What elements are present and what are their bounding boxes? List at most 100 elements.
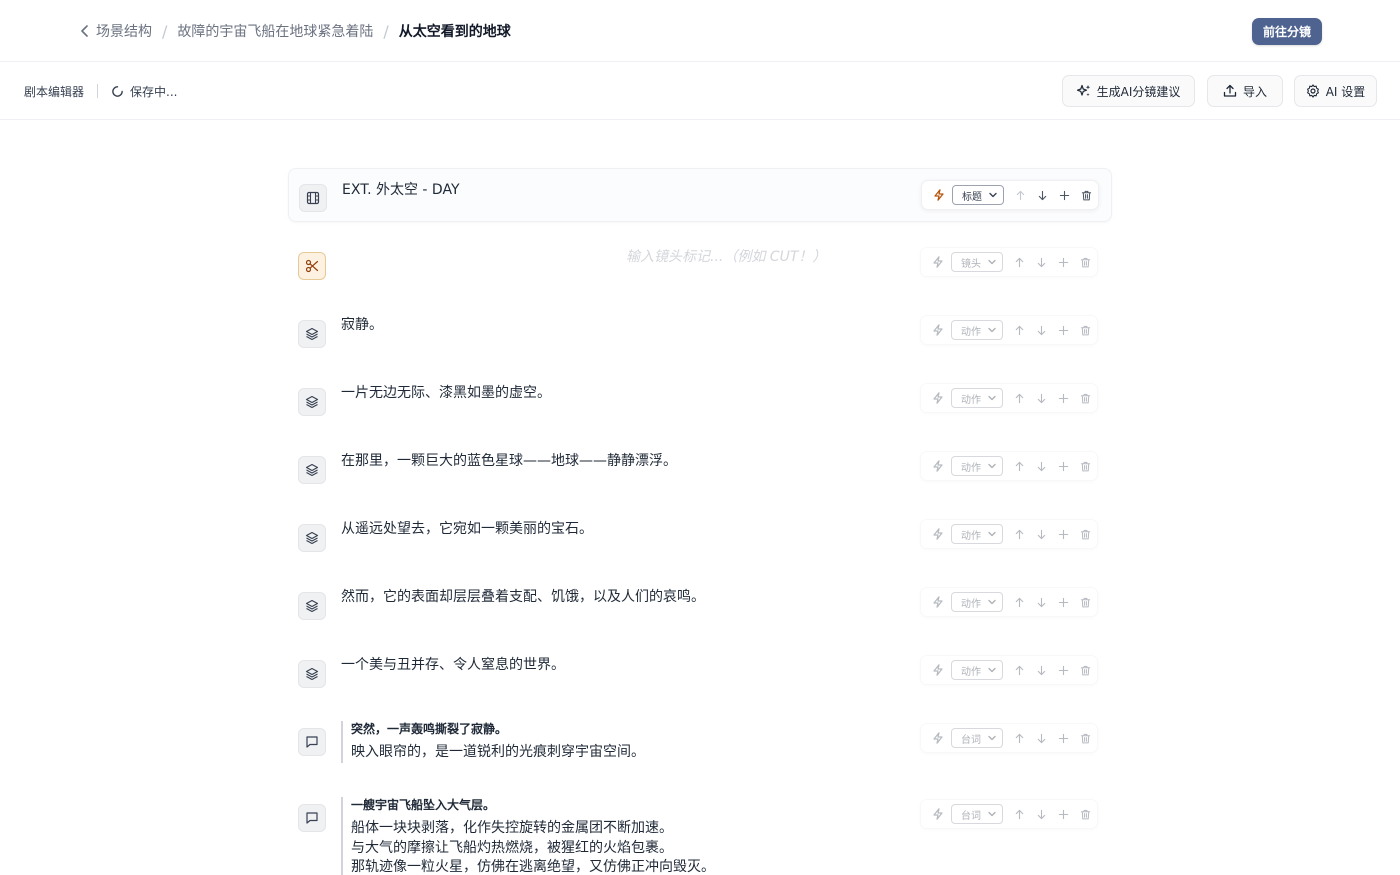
ai-bolt-icon[interactable]	[927, 251, 949, 273]
script-row-heading[interactable]: EXT. 外太空 - DAY 标题	[288, 168, 1112, 222]
message-icon[interactable]	[298, 804, 326, 832]
layers-icon[interactable]	[298, 592, 326, 620]
move-up-icon[interactable]	[1008, 803, 1030, 825]
move-down-icon[interactable]	[1030, 727, 1052, 749]
ai-bolt-icon[interactable]	[927, 455, 949, 477]
dialogue-character[interactable]: 突然，一声轰鸣撕裂了寂静。	[351, 721, 645, 737]
ai-bolt-icon[interactable]	[927, 659, 949, 681]
script-row-action[interactable]: 寂静。 动作	[288, 304, 1112, 358]
row-text[interactable]: 寂静。	[341, 314, 383, 334]
move-up-icon[interactable]	[1008, 727, 1030, 749]
row-text[interactable]: 在那里，一颗巨大的蓝色星球——地球——静静漂浮。	[341, 450, 677, 470]
delete-row-icon[interactable]	[1074, 455, 1096, 477]
film-icon[interactable]	[299, 184, 327, 212]
layers-icon[interactable]	[298, 388, 326, 416]
row-type-select[interactable]: 台词	[951, 728, 1003, 748]
row-text[interactable]: 从遥远处望去，它宛如一颗美丽的宝石。	[341, 518, 593, 538]
row-type-select[interactable]: 动作	[951, 592, 1003, 612]
script-row-action[interactable]: 在那里，一颗巨大的蓝色星球——地球——静静漂浮。 动作	[288, 440, 1112, 494]
move-down-icon[interactable]	[1031, 184, 1053, 206]
delete-row-icon[interactable]	[1074, 319, 1096, 341]
goto-storyboard-button[interactable]: 前往分镜	[1252, 18, 1322, 45]
delete-row-icon[interactable]	[1075, 184, 1097, 206]
row-type-select[interactable]: 标题	[952, 185, 1004, 205]
move-up-icon[interactable]	[1008, 591, 1030, 613]
layers-icon[interactable]	[298, 320, 326, 348]
ai-bolt-icon[interactable]	[927, 727, 949, 749]
add-row-icon[interactable]	[1052, 727, 1074, 749]
add-row-icon[interactable]	[1052, 455, 1074, 477]
ai-settings-button[interactable]: AI 设置	[1294, 75, 1377, 107]
script-row-cut[interactable]: 输入镜头标记...（例如 CUT！） 镜头	[288, 236, 1112, 290]
row-type-select[interactable]: 动作	[951, 660, 1003, 680]
delete-row-icon[interactable]	[1074, 591, 1096, 613]
delete-row-icon[interactable]	[1074, 659, 1096, 681]
dialogue-line[interactable]: 那轨迹像一粒火星，仿佛在逃离绝望，又仿佛正冲向毁灭。	[351, 858, 715, 875]
cut-marker-input[interactable]: 输入镜头标记...（例如 CUT！）	[626, 246, 826, 266]
layers-icon[interactable]	[298, 660, 326, 688]
delete-row-icon[interactable]	[1074, 523, 1096, 545]
delete-row-icon[interactable]	[1074, 251, 1096, 273]
ai-bolt-icon[interactable]	[927, 591, 949, 613]
script-row-action[interactable]: 然而，它的表面却层层叠着支配、饥饿，以及人们的哀鸣。 动作	[288, 576, 1112, 630]
breadcrumb-item-episode[interactable]: 故障的宇宙飞船在地球紧急着陆	[177, 21, 373, 41]
dialogue-line[interactable]: 映入眼帘的，是一道锐利的光痕刺穿宇宙空间。	[351, 743, 645, 763]
ai-bolt-icon[interactable]	[927, 523, 949, 545]
row-type-select[interactable]: 动作	[951, 320, 1003, 340]
move-up-icon[interactable]	[1008, 659, 1030, 681]
row-type-select[interactable]: 台词	[951, 804, 1003, 824]
move-down-icon[interactable]	[1030, 523, 1052, 545]
message-icon[interactable]	[298, 728, 326, 756]
import-button[interactable]: 导入	[1207, 75, 1283, 107]
move-down-icon[interactable]	[1030, 591, 1052, 613]
dialogue-line[interactable]: 与大气的摩擦让飞船灼热燃烧，被猩红的火焰包裹。	[351, 839, 715, 859]
move-up-icon[interactable]	[1008, 387, 1030, 409]
add-row-icon[interactable]	[1052, 387, 1074, 409]
script-row-action[interactable]: 一个美与丑并存、令人窒息的世界。 动作	[288, 644, 1112, 698]
move-up-icon[interactable]	[1009, 184, 1031, 206]
add-row-icon[interactable]	[1052, 319, 1074, 341]
row-text[interactable]: EXT. 外太空 - DAY	[342, 179, 460, 199]
move-up-icon[interactable]	[1008, 319, 1030, 341]
scissors-icon[interactable]	[298, 252, 326, 280]
move-down-icon[interactable]	[1030, 659, 1052, 681]
script-row-dialogue[interactable]: 突然，一声轰鸣撕裂了寂静。 映入眼帘的，是一道锐利的光痕刺穿宇宙空间。 台词	[288, 712, 1112, 774]
move-down-icon[interactable]	[1030, 319, 1052, 341]
move-down-icon[interactable]	[1030, 387, 1052, 409]
move-up-icon[interactable]	[1008, 251, 1030, 273]
move-up-icon[interactable]	[1008, 523, 1030, 545]
delete-row-icon[interactable]	[1074, 387, 1096, 409]
add-row-icon[interactable]	[1052, 591, 1074, 613]
layers-icon[interactable]	[298, 524, 326, 552]
row-text[interactable]: 一个美与丑并存、令人窒息的世界。	[341, 654, 565, 674]
script-row-action[interactable]: 一片无边无际、漆黑如墨的虚空。 动作	[288, 372, 1112, 426]
row-type-select[interactable]: 动作	[951, 456, 1003, 476]
script-row-dialogue[interactable]: 一艘宇宙飞船坠入大气层。 船体一块块剥落，化作失控旋转的金属团不断加速。 与大气…	[288, 788, 1112, 875]
row-text[interactable]: 然而，它的表面却层层叠着支配、饥饿，以及人们的哀鸣。	[341, 586, 705, 606]
dialogue-line[interactable]: 船体一块块剥落，化作失控旋转的金属团不断加速。	[351, 819, 715, 839]
delete-row-icon[interactable]	[1074, 727, 1096, 749]
ai-bolt-icon[interactable]	[927, 319, 949, 341]
delete-row-icon[interactable]	[1074, 803, 1096, 825]
row-type-select[interactable]: 动作	[951, 524, 1003, 544]
script-row-action[interactable]: 从遥远处望去，它宛如一颗美丽的宝石。 动作	[288, 508, 1112, 562]
move-down-icon[interactable]	[1030, 803, 1052, 825]
add-row-icon[interactable]	[1053, 184, 1075, 206]
add-row-icon[interactable]	[1052, 523, 1074, 545]
breadcrumb-back-link[interactable]: 场景结构	[80, 21, 152, 41]
row-type-select[interactable]: 动作	[951, 388, 1003, 408]
dialogue-character[interactable]: 一艘宇宙飞船坠入大气层。	[351, 797, 715, 813]
add-row-icon[interactable]	[1052, 659, 1074, 681]
move-up-icon[interactable]	[1008, 455, 1030, 477]
row-type-select[interactable]: 镜头	[951, 252, 1003, 272]
row-text[interactable]: 一片无边无际、漆黑如墨的虚空。	[341, 382, 551, 402]
breadcrumb-item-scene-structure[interactable]: 场景结构	[96, 21, 152, 41]
add-row-icon[interactable]	[1052, 251, 1074, 273]
ai-bolt-icon[interactable]	[927, 803, 949, 825]
move-down-icon[interactable]	[1030, 251, 1052, 273]
add-row-icon[interactable]	[1052, 803, 1074, 825]
generate-ai-storyboard-button[interactable]: 生成AI分镜建议	[1062, 75, 1195, 107]
ai-bolt-icon[interactable]	[927, 387, 949, 409]
ai-bolt-icon[interactable]	[928, 184, 950, 206]
layers-icon[interactable]	[298, 456, 326, 484]
